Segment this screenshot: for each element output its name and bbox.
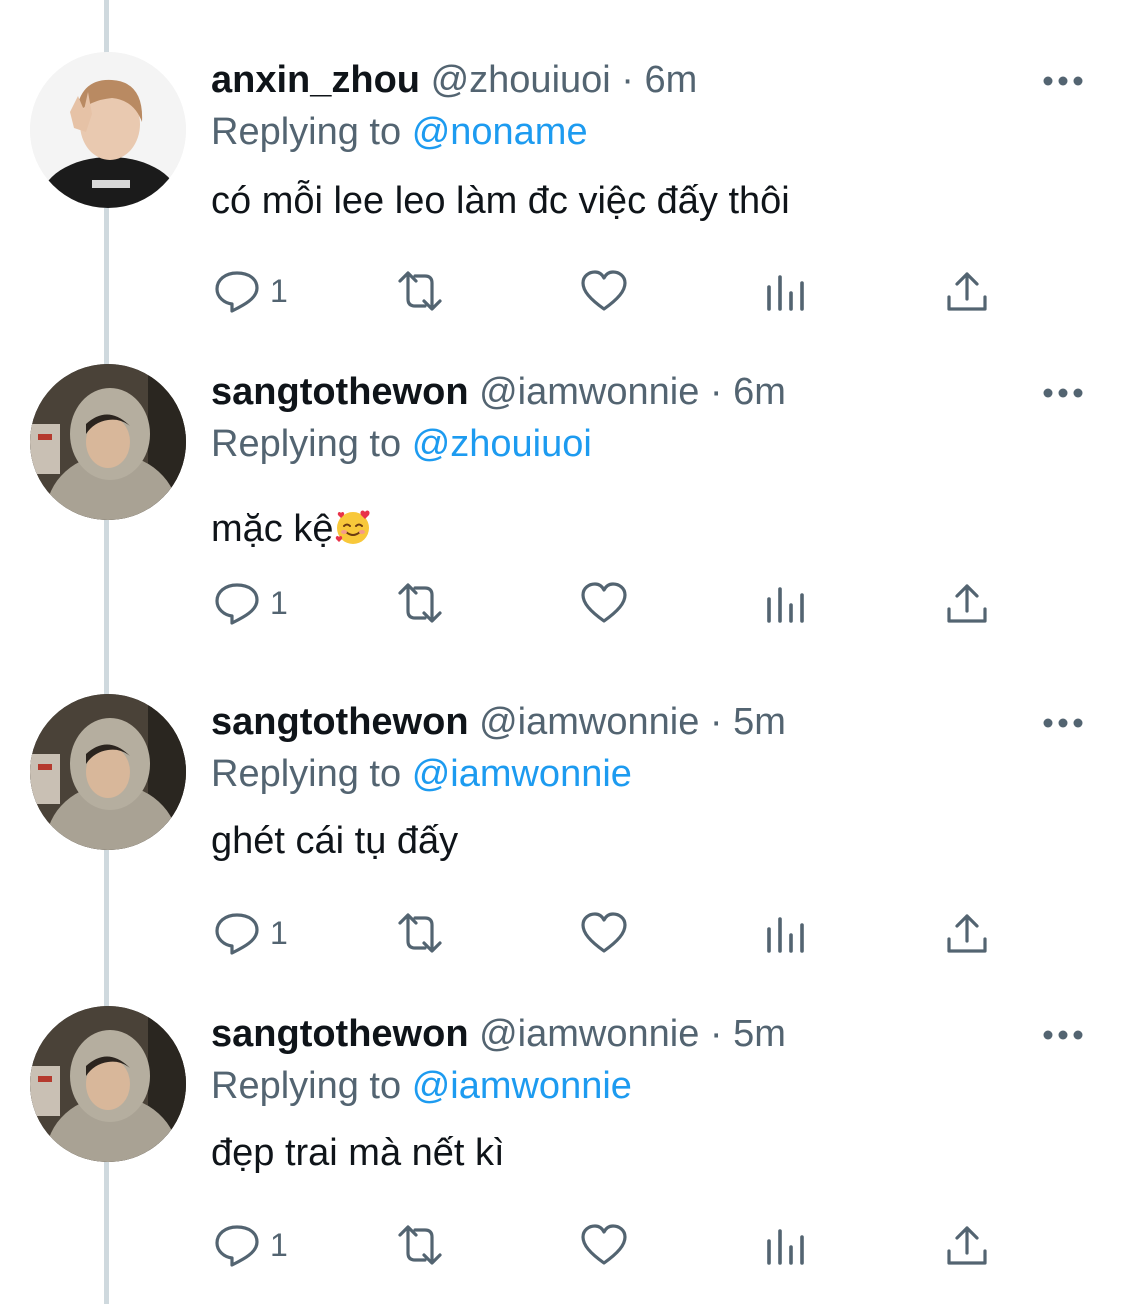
separator-dot: · [709, 701, 723, 743]
views-button[interactable] [766, 910, 806, 956]
share-icon [945, 911, 989, 955]
reply-icon [214, 269, 260, 313]
analytics-icon [766, 911, 806, 955]
more-icon[interactable] [1040, 66, 1086, 96]
mention-link[interactable]: @noname [412, 111, 588, 153]
user-handle[interactable]: @iamwonnie [479, 701, 699, 743]
reply-button[interactable]: 1 [214, 268, 288, 314]
replying-prefix: Replying to [211, 423, 402, 465]
share-icon [945, 1223, 989, 1267]
analytics-icon [766, 269, 806, 313]
share-button[interactable] [945, 910, 989, 956]
avatar[interactable] [30, 1006, 186, 1162]
retweet-button[interactable] [392, 268, 448, 314]
replying-prefix: Replying to [211, 753, 402, 795]
analytics-icon [766, 581, 806, 625]
heart-icon [580, 581, 628, 625]
tweet[interactable]: sangtothewon @iamwonnie · 5m Replying to… [0, 954, 1125, 1268]
reply-count: 1 [270, 914, 288, 951]
retweet-icon [392, 1223, 448, 1267]
user-handle[interactable]: @zhouiuoi [431, 59, 611, 101]
retweet-icon [392, 581, 448, 625]
more-icon[interactable] [1040, 708, 1086, 738]
timestamp[interactable]: 5m [733, 1013, 786, 1055]
tweet-header: sangtothewon @iamwonnie · 5m [211, 1012, 786, 1056]
display-name[interactable]: sangtothewon [211, 1013, 469, 1055]
display-name[interactable]: sangtothewon [211, 371, 469, 413]
analytics-icon [766, 1223, 806, 1267]
avatar[interactable] [30, 364, 186, 520]
share-icon [945, 269, 989, 313]
reply-icon [214, 1223, 260, 1267]
more-icon[interactable] [1040, 1020, 1086, 1050]
reply-button[interactable]: 1 [214, 910, 288, 956]
tweet-text: mặc kệ [211, 508, 334, 550]
reply-count: 1 [270, 272, 288, 309]
reply-button[interactable]: 1 [214, 1222, 288, 1268]
reply-count: 1 [270, 584, 288, 621]
views-button[interactable] [766, 268, 806, 314]
mention-link[interactable]: @iamwonnie [412, 753, 632, 795]
separator-dot: · [709, 1013, 723, 1055]
heart-icon [580, 911, 628, 955]
reply-icon [214, 911, 260, 955]
reply-button[interactable]: 1 [214, 580, 288, 626]
heart-icon [580, 269, 628, 313]
retweet-icon [392, 911, 448, 955]
views-button[interactable] [766, 1222, 806, 1268]
replying-to: Replying to @zhouiuoi [211, 422, 592, 466]
heart-icon [580, 1223, 628, 1267]
like-button[interactable] [580, 268, 628, 314]
user-handle[interactable]: @iamwonnie [479, 371, 699, 413]
reply-icon [214, 581, 260, 625]
share-button[interactable] [945, 268, 989, 314]
share-button[interactable] [945, 1222, 989, 1268]
tweet-text: đẹp trai mà nết kì [211, 1132, 505, 1174]
tweet-text-container: mặc kệ [211, 504, 373, 554]
tweet-header: sangtothewon @iamwonnie · 5m [211, 700, 786, 744]
replying-prefix: Replying to [211, 111, 402, 153]
replying-prefix: Replying to [211, 1065, 402, 1107]
retweet-button[interactable] [392, 910, 448, 956]
replying-to: Replying to @iamwonnie [211, 752, 632, 796]
replying-to: Replying to @noname [211, 110, 588, 154]
avatar[interactable] [30, 694, 186, 850]
separator-dot: · [621, 59, 634, 101]
replying-to: Replying to @iamwonnie [211, 1064, 632, 1108]
tweet-text: ghét cái tụ đấy [211, 820, 459, 862]
timestamp[interactable]: 5m [733, 701, 786, 743]
views-button[interactable] [766, 580, 806, 626]
like-button[interactable] [580, 580, 628, 626]
timestamp[interactable]: 6m [645, 59, 698, 101]
smiling-face-with-hearts-icon [333, 507, 373, 560]
like-button[interactable] [580, 910, 628, 956]
tweet-header: sangtothewon @iamwonnie · 6m [211, 370, 786, 414]
tweet[interactable]: sangtothewon @iamwonnie · 6m Replying to… [0, 312, 1125, 626]
share-button[interactable] [945, 580, 989, 626]
mention-link[interactable]: @zhouiuoi [412, 423, 592, 465]
tweet[interactable]: sangtothewon @iamwonnie · 5m Replying to… [0, 642, 1125, 956]
display-name[interactable]: anxin_zhou [211, 59, 420, 101]
share-icon [945, 581, 989, 625]
retweet-button[interactable] [392, 580, 448, 626]
avatar[interactable] [30, 52, 186, 208]
tweet[interactable]: anxin_zhou @zhouiuoi · 6m Replying to @n… [0, 0, 1125, 314]
mention-link[interactable]: @iamwonnie [412, 1065, 632, 1107]
separator-dot: · [709, 371, 723, 413]
more-icon[interactable] [1040, 378, 1086, 408]
retweet-icon [392, 269, 448, 313]
display-name[interactable]: sangtothewon [211, 701, 469, 743]
retweet-button[interactable] [392, 1222, 448, 1268]
like-button[interactable] [580, 1222, 628, 1268]
reply-count: 1 [270, 1226, 288, 1263]
user-handle[interactable]: @iamwonnie [479, 1013, 699, 1055]
tweet-header: anxin_zhou @zhouiuoi · 6m [211, 58, 697, 102]
tweet-text: có mỗi lee leo làm đc việc đấy thôi [211, 180, 790, 222]
timestamp[interactable]: 6m [733, 371, 786, 413]
